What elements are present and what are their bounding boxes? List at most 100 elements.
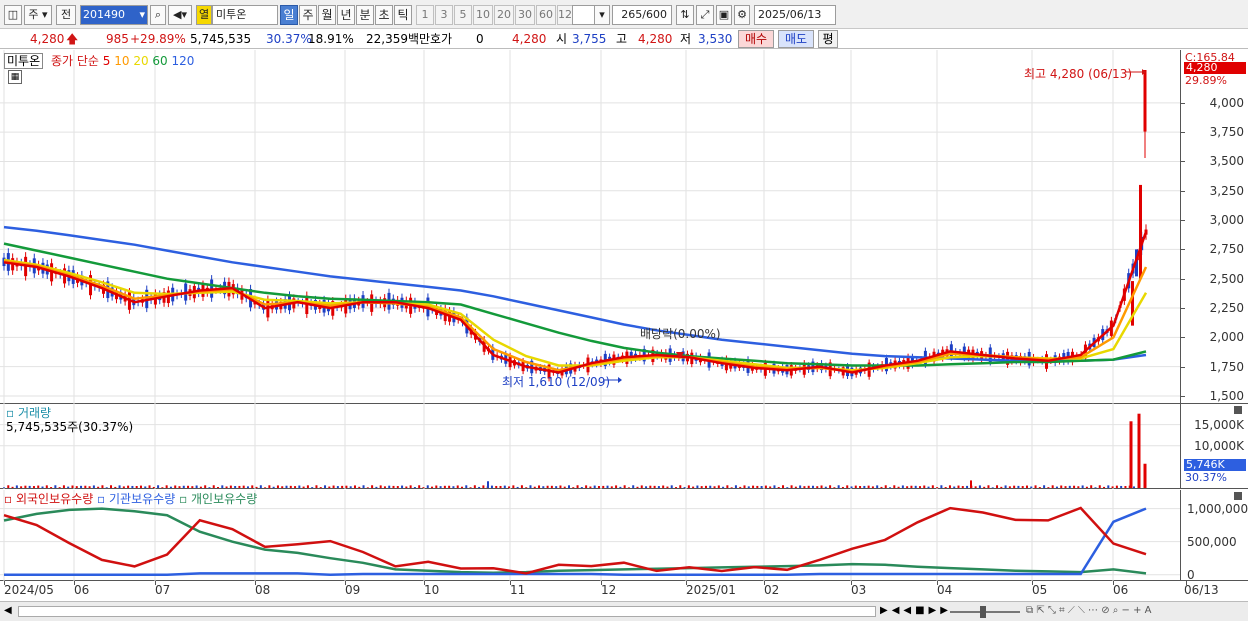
volume-bar-258 (1107, 485, 1110, 488)
period-tab-5[interactable]: 초 (375, 5, 393, 25)
volume-bar-223 (957, 485, 960, 488)
x-tick-7 (601, 581, 602, 585)
stock-code-input[interactable]: 201490 ▾ (80, 5, 148, 25)
volume-bar-240 (1030, 486, 1033, 488)
holding-legend-2: ▫ 개인보유수량 (175, 492, 258, 506)
price-tick-4: 3,000 (1209, 213, 1244, 228)
volume-bar-55 (238, 485, 241, 488)
x-label-8: 2025/01 (686, 583, 736, 597)
interval-tab-3[interactable]: 3 (435, 5, 453, 25)
volume-bar-174 (747, 486, 750, 488)
volume-y-axis: 15,000K 10,000K 5,746K 30.37% (1180, 404, 1248, 488)
volume-bar-19 (84, 485, 87, 488)
volume-bar-129 (555, 486, 558, 488)
price-change: 985 (106, 32, 129, 46)
period-tab-0[interactable]: 일 (280, 5, 298, 25)
price-tick-mark-9 (1181, 366, 1185, 368)
volume-bar-139 (597, 486, 600, 488)
period-tab-1[interactable]: 주 (299, 5, 317, 25)
volume-bar-77 (332, 485, 335, 488)
pane-close-icon[interactable] (1234, 406, 1242, 414)
volume-bar-67 (289, 485, 292, 488)
volume-bar-224 (961, 486, 964, 488)
zoom-slider-handle[interactable] (980, 606, 986, 618)
tool-icon[interactable]: ⤢ (696, 5, 714, 25)
volume-bar-79 (341, 485, 344, 488)
volume-bar-63 (272, 486, 275, 488)
x-label-1: 06 (74, 583, 90, 597)
volume-bar-12 (54, 485, 57, 488)
interval-tab-5[interactable]: 5 (454, 5, 472, 25)
volume-bar-65 (281, 486, 284, 488)
volume-bar-165 (709, 485, 712, 488)
quote-bar: 4,280 🡅 985 +29.89% 5,745,535 30.37% 18.… (0, 29, 1248, 49)
x-tick-10 (851, 581, 852, 585)
stock-name-field[interactable]: 미투온 (212, 5, 278, 25)
volume-bar-75 (324, 485, 327, 488)
volume-bar-134 (576, 485, 579, 488)
volume-bar-39 (169, 486, 172, 488)
period-tab-6[interactable]: 틱 (394, 5, 412, 25)
volume-bar-44 (191, 486, 194, 488)
price-chart-canvas[interactable] (0, 50, 1180, 404)
sound-icon[interactable]: ◀▾ (168, 5, 192, 25)
search-icon[interactable]: ⌕ (150, 5, 166, 25)
volume-bar-206 (884, 485, 887, 488)
volume-bar-162 (696, 485, 699, 488)
volume-bar-238 (1021, 486, 1024, 488)
save-icon[interactable]: ▣ (716, 5, 732, 25)
volume-bar-87 (375, 486, 378, 488)
price-tick-9: 1,750 (1209, 359, 1244, 374)
volume-bar-1 (7, 485, 10, 488)
market-mode-select[interactable]: 주 ▾ (24, 5, 52, 25)
volume-bar-35 (152, 486, 155, 488)
price-legend: 미투온 종가 단순 5 10 20 60 120 (4, 52, 194, 69)
volume-bar-156 (670, 485, 673, 488)
volume-bar-4 (20, 486, 23, 488)
volume-bar-72 (311, 487, 314, 488)
chevron-down-icon[interactable]: ▾ (594, 5, 610, 25)
scroll-track[interactable] (18, 606, 876, 617)
price-tick-mark-7 (1181, 308, 1185, 310)
period-tab-3[interactable]: 년 (337, 5, 355, 25)
compare-icon[interactable]: ⇅ (676, 5, 694, 25)
volume-bar-161 (692, 486, 695, 488)
interval-tab-1[interactable]: 1 (416, 5, 434, 25)
date-field[interactable]: 2025/06/13 (754, 5, 836, 25)
period-tab-2[interactable]: 월 (318, 5, 336, 25)
bar-count-field[interactable]: 265/600 (612, 5, 672, 25)
interval-tab-10[interactable]: 10 (473, 5, 493, 25)
scroll-left-icon[interactable]: ◀ (4, 605, 12, 616)
volume-bar-105 (452, 486, 455, 488)
holding-line-0 (3, 506, 1147, 575)
volume-bar-262 (1124, 485, 1127, 488)
gear-icon[interactable]: ⚙ (734, 5, 750, 25)
volume-bar-250 (1073, 485, 1076, 488)
buy-button[interactable]: 매수 (738, 30, 774, 48)
volume-bar-170 (730, 487, 733, 488)
volume-bar-114 (490, 485, 493, 488)
price-tick-mark-4 (1181, 220, 1185, 222)
prev-button[interactable]: 전 (56, 5, 76, 25)
volume-chart-canvas[interactable] (0, 404, 1180, 489)
layout-icon[interactable]: ◫ (4, 5, 22, 25)
evaluation-button[interactable]: 평 (818, 30, 838, 48)
interval-tab-20[interactable]: 20 (494, 5, 514, 25)
pane-close-icon-2[interactable] (1234, 492, 1242, 500)
volume-bar-58 (251, 485, 254, 488)
volume-bar-212 (910, 485, 913, 488)
volume-bar-202 (867, 485, 870, 488)
volume-bar-149 (640, 485, 643, 488)
holding-y-axis: 1,000,000 500,000 0 (1180, 490, 1248, 581)
drawing-tools-icon[interactable]: ⧉ ⇱ ⤡ ⌗ ⟋ ⟍ ⋯ ⊘ ⌕ − + A (1026, 605, 1152, 616)
interval-tab-30[interactable]: 30 (515, 5, 535, 25)
interval-tab-60[interactable]: 60 (536, 5, 556, 25)
volume-bar-264 (1133, 486, 1135, 488)
volume-bar-69 (298, 485, 301, 488)
volume-bar-225 (966, 485, 969, 488)
volume-bar-3 (15, 485, 18, 488)
grid-table-icon[interactable]: ▦ (8, 70, 22, 84)
period-tab-4[interactable]: 분 (356, 5, 374, 25)
sell-button[interactable]: 매도 (778, 30, 814, 48)
playback-controls-icon[interactable]: ▶◀◀■▶▶ (880, 605, 952, 616)
